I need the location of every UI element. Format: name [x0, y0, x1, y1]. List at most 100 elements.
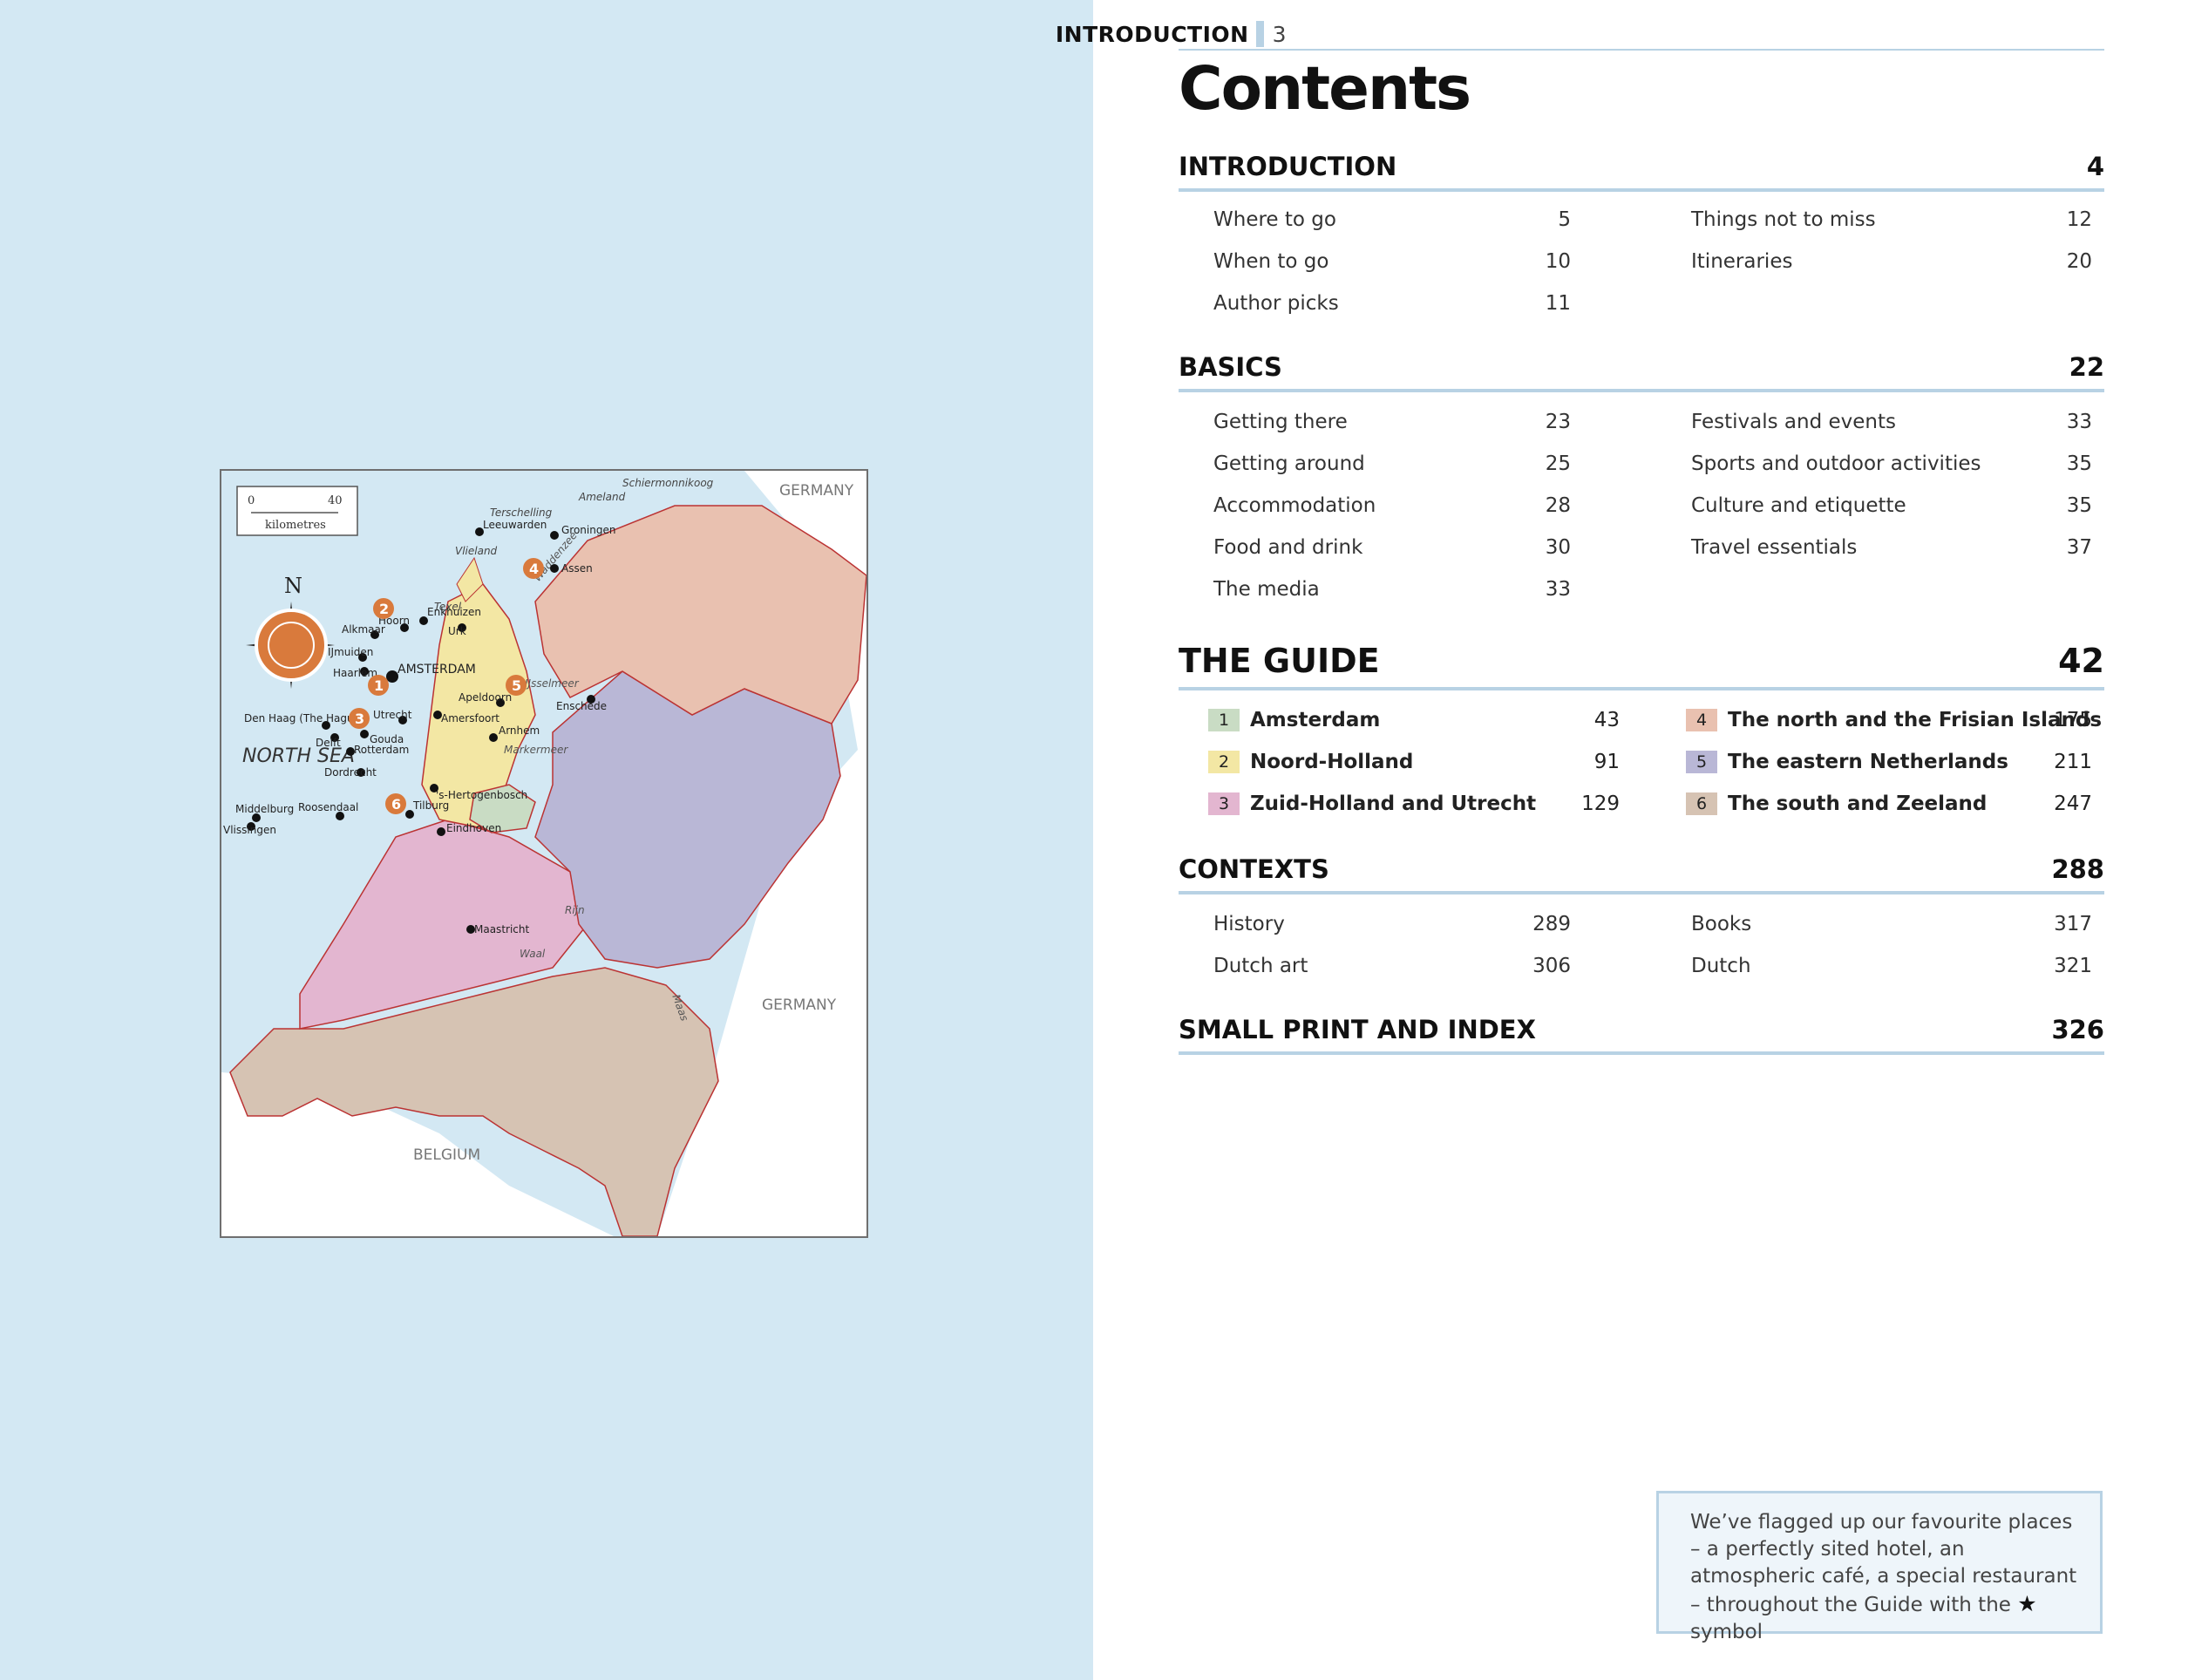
running-head-page: 3: [1272, 22, 1287, 47]
toc-entry[interactable]: Dutch 321: [1691, 945, 2092, 987]
toc-entry[interactable]: Sports and outdoor activities 35: [1691, 443, 2092, 485]
island-label-ameland: Ameland: [578, 491, 626, 503]
city-rotterdam: Rotterdam: [354, 744, 409, 756]
section-introduction: INTRODUCTION 4 Where to go 5 When to go 10…: [1179, 148, 2104, 323]
city-leeuwarden: Leeuwarden: [483, 519, 547, 531]
toc-entry[interactable]: Travel essentials 37: [1691, 527, 2092, 568]
entry-page: 175: [2054, 709, 2092, 731]
toc-entry[interactable]: Author picks 11: [1213, 282, 1921, 324]
entry-grid: Getting there 23 Getting around 25 Accommo…: [1179, 392, 2104, 610]
city-delft: Delft: [316, 737, 341, 749]
germany-label-east: GERMANY: [762, 996, 837, 1014]
city-dordrecht: Dordrecht: [324, 766, 377, 779]
toc-entry[interactable]: Culture and etiquette 35: [1691, 485, 2092, 527]
entry-label: History: [1213, 913, 1285, 935]
entry-page: 35: [2066, 494, 2092, 517]
entry-label: The eastern Netherlands: [1728, 751, 2008, 773]
guide-entry[interactable]: 5 The eastern Netherlands 211: [1686, 741, 2092, 783]
entry-page: 20: [2066, 250, 2092, 273]
section-header[interactable]: SMALL PRINT AND INDEX 326: [1179, 1011, 2104, 1055]
entry-page: 28: [1545, 494, 1571, 517]
section-header[interactable]: BASICS 22: [1179, 349, 2104, 392]
top-rule: [1179, 49, 2104, 51]
guide-entry[interactable]: 4 The north and the Frisian Islands 175: [1686, 699, 2102, 741]
entry-label: Festivals and events: [1691, 411, 1896, 433]
entry-label: Books: [1691, 913, 1752, 935]
island-label-schiermonnikoog: Schiermonnikoog: [622, 477, 714, 489]
entry-page: 25: [1545, 452, 1571, 475]
city-middelburg: Middelburg: [235, 803, 294, 815]
toc-entry[interactable]: Books 317: [1691, 903, 2092, 945]
entry-page: 35: [2066, 452, 2092, 475]
entry-page: 306: [1532, 955, 1571, 977]
city-vlissingen: Vlissingen: [223, 824, 276, 836]
entry-page: 33: [1545, 578, 1571, 601]
entry-label: Getting around: [1213, 452, 1365, 475]
section-header[interactable]: CONTEXTS 288: [1179, 851, 2104, 894]
entry-label: Noord-Holland: [1250, 751, 1414, 773]
section-page: 288: [2051, 854, 2104, 884]
chapter-number-chip: 4: [1686, 709, 1717, 731]
marker-3: 3: [355, 711, 364, 727]
marker-1: 1: [374, 677, 384, 694]
chapter-number-chip: 6: [1686, 792, 1717, 815]
entry-page: 211: [2054, 751, 2092, 773]
city-den-haag: Den Haag (The Hague): [244, 712, 364, 724]
water-label-waal: Waal: [520, 948, 546, 960]
entry-label: Author picks: [1213, 292, 1339, 315]
entry-page: 321: [2054, 955, 2092, 977]
running-head: INTRODUCTION 3: [959, 21, 1287, 47]
entry-label: Food and drink: [1213, 536, 1363, 559]
entry-label: Dutch art: [1213, 955, 1308, 977]
marker-4: 4: [529, 561, 539, 577]
city-den-bosch: 's-Hertogenbosch: [436, 789, 527, 801]
entry-label: Sports and outdoor activities: [1691, 452, 1981, 475]
guide-entry[interactable]: 2 Noord-Holland 91: [1208, 741, 1620, 783]
city-assen: Assen: [561, 562, 593, 575]
map-page-background: 0 40 kilometres N NORTH SEA GERMANY GERM…: [0, 0, 1093, 1680]
city-arnhem: Arnhem: [499, 724, 540, 737]
entry-page: 129: [1581, 792, 1620, 815]
scale-max: 40: [328, 494, 343, 507]
entry-page: 11: [1545, 292, 1571, 315]
section-guide: THE GUIDE 42 1 Amsterdam 43 2 Noord-Holland…: [1179, 638, 2104, 830]
entry-label: Zuid-Holland and Utrecht: [1250, 792, 1537, 815]
island-label-vlieland: Vlieland: [455, 545, 498, 557]
entry-label: Accommodation: [1213, 494, 1376, 517]
toc-entry[interactable]: Things not to miss 12: [1691, 199, 2092, 241]
entry-page: 289: [1532, 913, 1571, 935]
entry-label: Getting there: [1213, 411, 1348, 433]
running-head-section: INTRODUCTION: [1055, 22, 1249, 47]
section-header[interactable]: THE GUIDE 42: [1179, 638, 2104, 690]
guide-entry[interactable]: 6 The south and Zeeland 247: [1686, 783, 2092, 825]
island-label-terschelling: Terschelling: [490, 507, 553, 519]
entry-grid: Where to go 5 When to go 10 Author picks 11…: [1179, 192, 2104, 323]
guide-entry[interactable]: 3 Zuid-Holland and Utrecht 129: [1208, 783, 1620, 825]
city-amersfoort: Amersfoort: [441, 712, 499, 724]
city-maastricht: Maastricht: [474, 923, 529, 935]
note-text-end: symbol: [1690, 1621, 1763, 1643]
entry-page: 10: [1545, 250, 1571, 273]
map-svg: 0 40 kilometres N NORTH SEA GERMANY GERM…: [221, 471, 866, 1236]
chapter-number-chip: 3: [1208, 792, 1240, 815]
section-title: THE GUIDE: [1179, 642, 1380, 680]
city-haarlem: Haarlem: [333, 667, 377, 679]
toc-entry[interactable]: Itineraries 20: [1691, 241, 2092, 282]
section-basics: BASICS 22 Getting there 23 Getting around…: [1179, 349, 2104, 610]
section-header[interactable]: INTRODUCTION 4: [1179, 148, 2104, 192]
section-title: BASICS: [1179, 352, 1282, 382]
guide-entry[interactable]: 1 Amsterdam 43: [1208, 699, 1620, 741]
section-page: 326: [2051, 1015, 2104, 1044]
entry-page: 247: [2054, 792, 2092, 815]
running-head-bar: [1255, 21, 1264, 47]
favourites-note: We’ve flagged up our favourite places – …: [1656, 1491, 2103, 1643]
city-enkhuizen: Enkhuizen: [427, 606, 481, 618]
entry-page: 12: [2066, 208, 2092, 231]
toc-entry[interactable]: Festivals and events 33: [1691, 401, 2092, 443]
toc-entry[interactable]: The media 33: [1213, 568, 1921, 610]
city-amsterdam: AMSTERDAM: [398, 663, 476, 677]
city-groningen: Groningen: [561, 524, 615, 536]
scale-unit: kilometres: [265, 519, 326, 532]
chapter-number-chip: 1: [1208, 709, 1240, 731]
entry-page: 33: [2066, 411, 2092, 433]
